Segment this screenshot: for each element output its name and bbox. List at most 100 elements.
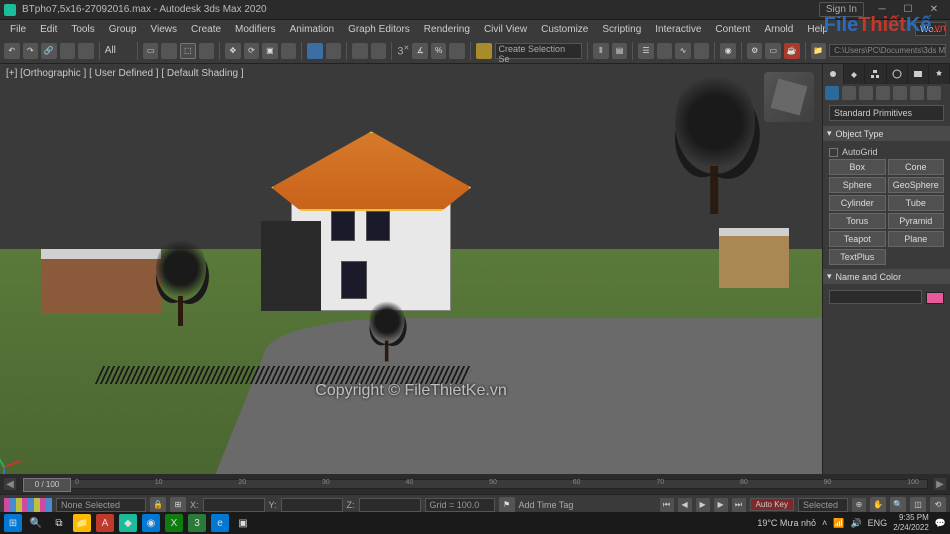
viewport-label[interactable]: [+] [Orthographic ] [ User Defined ] [ D… (6, 68, 244, 79)
app4-icon[interactable]: X (165, 514, 183, 532)
menu-customize[interactable]: Customize (535, 23, 594, 36)
tray-wifi-icon[interactable]: 📶 (833, 518, 844, 529)
menu-scripting[interactable]: Scripting (596, 23, 647, 36)
cone-button[interactable]: Cone (888, 159, 945, 175)
snap-percent-icon[interactable]: % (431, 43, 447, 59)
app5-icon[interactable]: ▣ (234, 514, 252, 532)
use-center-icon[interactable] (326, 43, 342, 59)
render-frame-icon[interactable]: ▭ (765, 43, 781, 59)
notifications-icon[interactable]: 💬 (935, 518, 946, 529)
material-editor-icon[interactable]: ◉ (720, 43, 736, 59)
render-icon[interactable]: ☕ (784, 43, 800, 59)
trackbar-keys[interactable] (4, 498, 52, 512)
weather-widget[interactable]: 19°C Mưa nhỏ (757, 518, 816, 528)
time-tag-icon[interactable]: ⚑ (499, 497, 515, 513)
lights-icon[interactable] (859, 86, 873, 100)
key-mode-dropdown[interactable]: Selected (798, 498, 848, 512)
project-path-field[interactable]: C:\Users\PC\Documents\3ds Max 2... (829, 44, 946, 57)
placement-icon[interactable] (281, 43, 297, 59)
menu-create[interactable]: Create (185, 23, 227, 36)
align-icon[interactable]: ▤ (612, 43, 628, 59)
teapot-button[interactable]: Teapot (829, 231, 886, 247)
key-filters-icon[interactable]: ⊕ (852, 498, 866, 512)
keyboard-shortcut-icon[interactable] (371, 43, 387, 59)
3dsmax-taskbar-icon[interactable]: 3 (188, 514, 206, 532)
object-color-swatch[interactable] (926, 292, 944, 304)
next-frame-icon[interactable]: ▶ (714, 498, 728, 512)
lock-selection-icon[interactable]: 🔒 (150, 497, 166, 513)
isolate-icon[interactable]: ⊞ (170, 497, 186, 513)
spacewarps-icon[interactable] (910, 86, 924, 100)
system-clock[interactable]: 9:35 PM2/24/2022 (893, 513, 929, 533)
project-folder-icon[interactable]: 📁 (811, 43, 827, 59)
timeline-next[interactable]: ▶ (934, 478, 946, 490)
box-button[interactable]: Box (829, 159, 886, 175)
z-coord-input[interactable] (359, 498, 421, 512)
menu-interactive[interactable]: Interactive (649, 23, 707, 36)
modify-tab[interactable] (844, 64, 865, 84)
auto-key-button[interactable]: Auto Key (750, 498, 794, 511)
hierarchy-tab[interactable] (865, 64, 886, 84)
torus-button[interactable]: Torus (829, 213, 886, 229)
menu-modifiers[interactable]: Modifiers (229, 23, 282, 36)
spinner-snap-icon[interactable] (449, 43, 465, 59)
motion-tab[interactable] (887, 64, 908, 84)
menu-group[interactable]: Group (103, 23, 143, 36)
menu-edit[interactable]: Edit (34, 23, 63, 36)
selection-set-dropdown[interactable]: Create Selection Se (495, 43, 583, 59)
display-tab[interactable] (908, 64, 929, 84)
pyramid-button[interactable]: Pyramid (888, 213, 945, 229)
time-slider[interactable]: 0 / 100 0102030405060708090100 (22, 479, 928, 489)
helpers-icon[interactable] (893, 86, 907, 100)
start-button[interactable]: ⊞ (4, 514, 22, 532)
edit-selection-icon[interactable] (476, 43, 492, 59)
bind-icon[interactable] (78, 43, 94, 59)
explorer-icon[interactable]: 📁 (73, 514, 91, 532)
object-name-input[interactable] (829, 290, 922, 304)
goto-end-icon[interactable]: ⏭ (732, 498, 746, 512)
menu-rendering[interactable]: Rendering (418, 23, 476, 36)
textplus-button[interactable]: TextPlus (829, 249, 886, 265)
tray-lang[interactable]: ENG (868, 518, 888, 528)
app3-icon[interactable]: ◉ (142, 514, 160, 532)
curve-editor-icon[interactable]: ∿ (675, 43, 691, 59)
cylinder-button[interactable]: Cylinder (829, 195, 886, 211)
geometry-icon[interactable] (825, 86, 839, 100)
play-icon[interactable]: ▶ (696, 498, 710, 512)
primitive-type-dropdown[interactable]: Standard Primitives (829, 105, 944, 121)
nav-pan-icon[interactable]: ✋ (870, 497, 886, 513)
scale-icon[interactable]: ▣ (262, 43, 278, 59)
select-name-icon[interactable] (161, 43, 177, 59)
plane-button[interactable]: Plane (888, 231, 945, 247)
menu-tools[interactable]: Tools (65, 23, 100, 36)
tray-volume-icon[interactable]: 🔊 (850, 518, 861, 529)
tray-chevron-icon[interactable]: ˄ (822, 518, 827, 528)
prev-frame-icon[interactable]: ◀ (678, 498, 692, 512)
menu-civil-view[interactable]: Civil View (478, 23, 533, 36)
redo-icon[interactable]: ↷ (23, 43, 39, 59)
autogrid-checkbox[interactable] (829, 148, 838, 157)
menu-arnold[interactable]: Arnold (758, 23, 799, 36)
sphere-button[interactable]: Sphere (829, 177, 886, 193)
menu-animation[interactable]: Animation (284, 23, 340, 36)
menu-content[interactable]: Content (709, 23, 756, 36)
name-color-rollout[interactable]: ▾ Name and Color (823, 269, 950, 284)
viewport[interactable]: [+] [Orthographic ] [ User Defined ] [ D… (0, 64, 822, 474)
menu-file[interactable]: File (4, 23, 32, 36)
goto-start-icon[interactable]: ⏮ (660, 498, 674, 512)
app1-icon[interactable]: A (96, 514, 114, 532)
mirror-icon[interactable]: ⦀ (593, 43, 609, 59)
timeline-prev[interactable]: ◀ (4, 478, 16, 490)
select-icon[interactable]: ▭ (143, 43, 159, 59)
menu-graph-editors[interactable]: Graph Editors (342, 23, 416, 36)
select-region-icon[interactable]: ⬚ (180, 43, 196, 59)
y-coord-input[interactable] (281, 498, 343, 512)
ref-coord-icon[interactable] (307, 43, 323, 59)
task-view-icon[interactable]: ⧉ (50, 514, 68, 532)
link-icon[interactable]: 🔗 (41, 43, 57, 59)
nav-fov-icon[interactable]: ◫ (910, 497, 926, 513)
utilities-tab[interactable] (929, 64, 950, 84)
rotate-icon[interactable]: ⟳ (244, 43, 260, 59)
schematic-icon[interactable] (694, 43, 710, 59)
create-tab[interactable] (823, 64, 844, 84)
